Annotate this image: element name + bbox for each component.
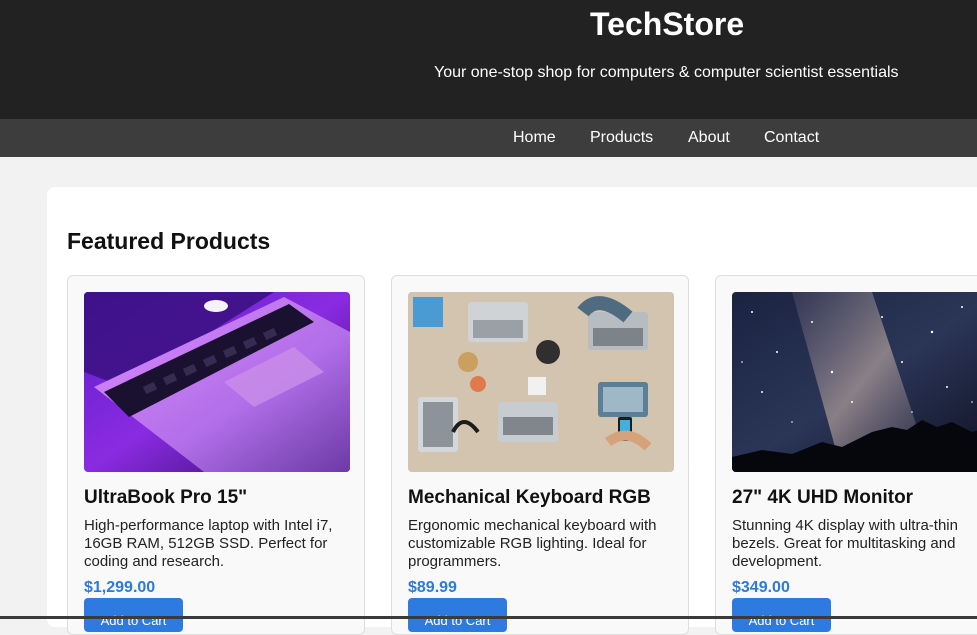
- nav-products[interactable]: Products: [590, 129, 653, 147]
- product-price: $349.00: [732, 579, 790, 596]
- main-nav: Home Products About Contact: [0, 119, 977, 157]
- nav-contact[interactable]: Contact: [764, 129, 819, 147]
- product-image-monitor[interactable]: [732, 292, 977, 472]
- product-price: $89.99: [408, 579, 457, 596]
- nav-home[interactable]: Home: [513, 129, 556, 147]
- site-title: TechStore: [590, 6, 745, 42]
- nav-about[interactable]: About: [688, 129, 730, 147]
- product-card: Mechanical Keyboard RGB Ergonomic mechan…: [391, 275, 689, 635]
- site-tagline: Your one-stop shop for computers & compu…: [434, 64, 899, 81]
- product-price: $1,299.00: [84, 579, 156, 596]
- add-to-cart-button[interactable]: Add to Cart: [408, 598, 507, 632]
- product-name: 27" 4K UHD Monitor: [732, 487, 914, 508]
- product-name: UltraBook Pro 15": [84, 487, 248, 508]
- section-title: Featured Products: [67, 228, 271, 254]
- product-image-laptop[interactable]: [84, 292, 350, 472]
- product-image-keyboard[interactable]: [408, 292, 674, 472]
- product-name: Mechanical Keyboard RGB: [408, 487, 651, 508]
- product-description: Stunning 4K display with ultra-thin beze…: [732, 517, 958, 570]
- product-card: 27" 4K UHD Monitor Stunning 4K display w…: [715, 275, 977, 635]
- product-description: Ergonomic mechanical keyboard with custo…: [408, 517, 657, 570]
- add-to-cart-button[interactable]: Add to Cart: [732, 598, 831, 632]
- site-header: TechStore Your one-stop shop for compute…: [0, 0, 977, 119]
- product-card: UltraBook Pro 15" High-performance lapto…: [67, 275, 365, 635]
- add-to-cart-button[interactable]: Add to Cart: [84, 598, 183, 632]
- product-description: High-performance laptop with Intel i7, 1…: [84, 517, 333, 570]
